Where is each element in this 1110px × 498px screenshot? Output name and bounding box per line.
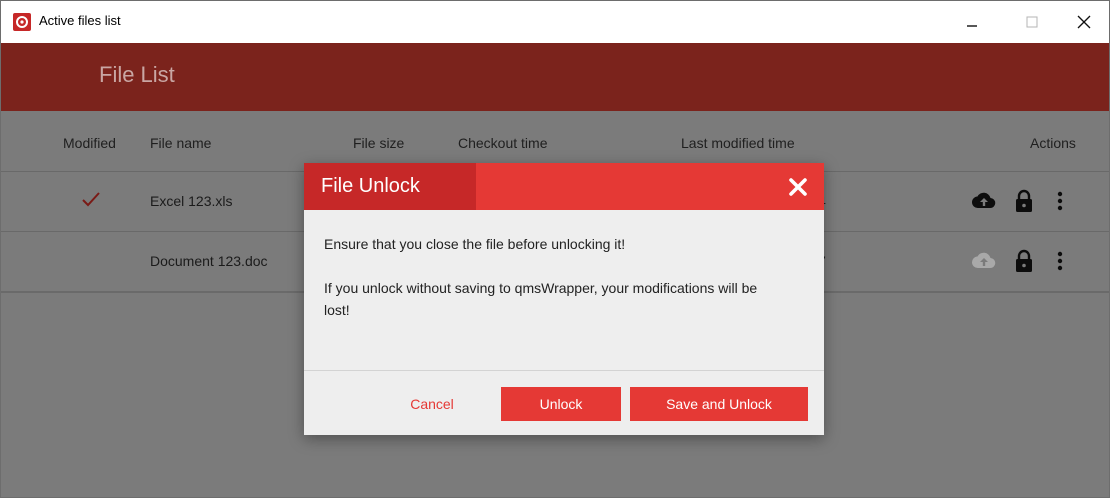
cloud-upload-icon[interactable] [971, 188, 997, 214]
file-unlock-dialog: File Unlock Ensure that you close the fi… [304, 163, 824, 435]
title-bar: Active files list [1, 1, 1109, 43]
more-options-icon[interactable] [1055, 188, 1065, 214]
table-header: Modified File name File size Checkout ti… [1, 111, 1109, 171]
column-last-modified-time: Last modified time [681, 135, 795, 151]
checkmark-icon [82, 192, 100, 207]
page-title: File List [99, 62, 175, 87]
maximize-icon [1026, 16, 1038, 28]
column-file-size: File size [353, 135, 405, 151]
cloud-upload-disabled-icon [971, 252, 996, 269]
app-window: Active files list File List Modified Fil… [0, 0, 1110, 498]
minimize-icon [967, 25, 977, 27]
lock-icon[interactable] [1013, 188, 1035, 214]
close-icon [1077, 15, 1091, 29]
dialog-title: File Unlock [321, 175, 420, 197]
app-header: File List [1, 43, 1109, 111]
file-name-cell: Excel 123.xls [150, 193, 233, 209]
unlock-button[interactable]: Unlock [501, 387, 621, 421]
column-modified: Modified [63, 135, 116, 151]
save-and-unlock-button[interactable]: Save and Unlock [630, 387, 808, 421]
dialog-message-close-file: Ensure that you close the file before un… [324, 236, 626, 252]
minimize-button[interactable] [949, 1, 995, 43]
file-name-cell: Document 123.doc [150, 253, 268, 269]
maximize-button[interactable] [1009, 1, 1055, 43]
dialog-title-tab: File Unlock [304, 163, 476, 210]
column-file-name: File name [150, 135, 212, 151]
cancel-button[interactable]: Cancel [392, 387, 472, 421]
close-window-button[interactable] [1061, 1, 1107, 43]
column-checkout-time: Checkout time [458, 135, 548, 151]
app-logo-icon [13, 13, 31, 31]
dialog-message-warning: If you unlock without saving to qmsWrapp… [324, 280, 758, 318]
column-actions: Actions [1030, 135, 1076, 151]
more-options-icon[interactable] [1055, 248, 1065, 274]
dialog-divider [304, 370, 824, 371]
lock-icon[interactable] [1013, 248, 1035, 274]
close-dialog-icon[interactable] [786, 175, 810, 199]
dialog-header: File Unlock [304, 163, 824, 210]
window-title: Active files list [39, 13, 121, 28]
